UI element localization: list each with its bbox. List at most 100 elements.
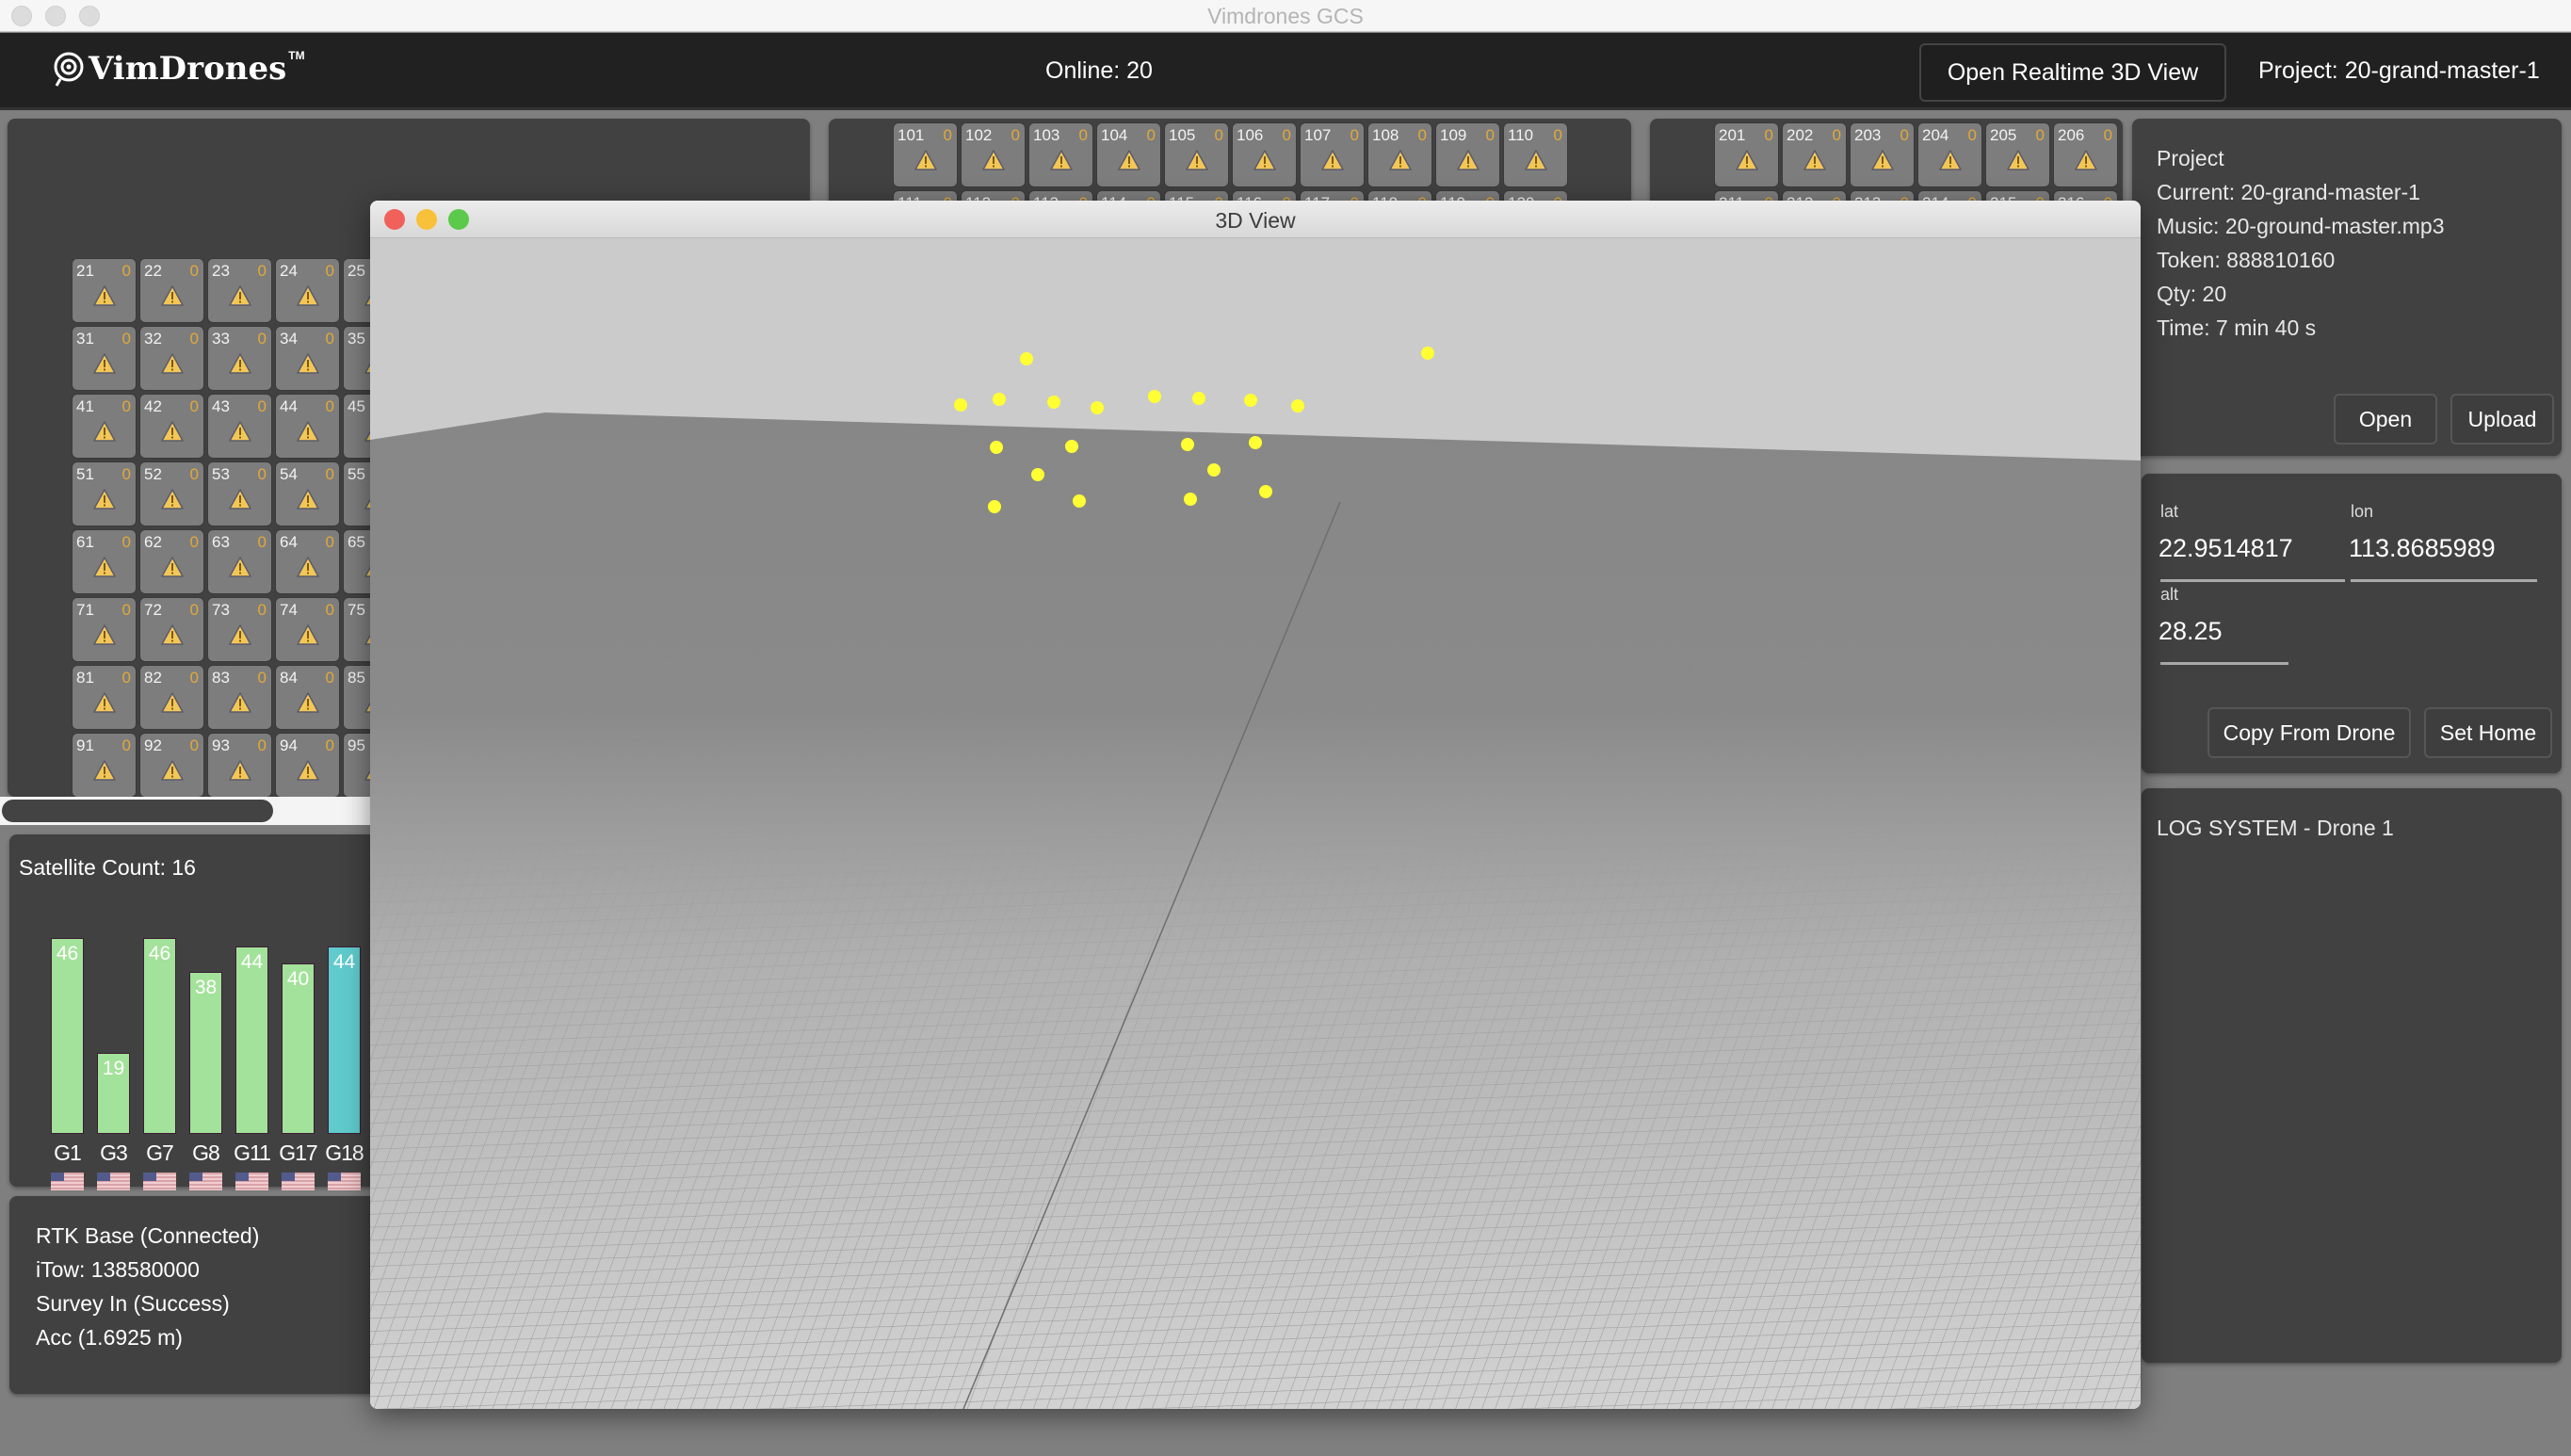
drone-tile[interactable]: 63 0 <box>207 529 272 594</box>
satellite-snr-value: 44 <box>332 951 356 973</box>
drone-id: 107 <box>1304 126 1332 144</box>
satellite-count-badge: 0 <box>121 397 131 415</box>
copy-from-drone-button[interactable]: Copy From Drone <box>2207 707 2411 758</box>
warning-icon <box>228 692 251 713</box>
drone-tile[interactable]: 106 0 <box>1232 122 1297 187</box>
drone-tile[interactable]: 62 0 <box>139 529 204 594</box>
drone-tile[interactable]: 53 0 <box>207 461 272 526</box>
drone-tile[interactable]: 103 0 <box>1028 122 1093 187</box>
drone-tile[interactable]: 93 0 <box>207 733 272 797</box>
drone-tile[interactable]: 44 0 <box>275 394 340 459</box>
drone-tile[interactable]: 92 0 <box>139 733 204 797</box>
drone-id: 65 <box>348 533 365 551</box>
drone-tile[interactable]: 204 0 <box>1917 122 1982 187</box>
rtk-base-panel: RTK Base (Connected) iTow: 138580000 Sur… <box>9 1196 386 1394</box>
satellite-count-badge: 0 <box>257 330 267 348</box>
drone-id: 41 <box>76 397 94 415</box>
drone-tile[interactable]: 34 0 <box>275 326 340 391</box>
drone-id: 203 <box>1854 126 1882 144</box>
drone-tile[interactable]: 32 0 <box>139 326 204 391</box>
drone-tile[interactable]: 33 0 <box>207 326 272 391</box>
drone-tile[interactable]: 101 0 <box>893 122 958 187</box>
lon-input[interactable] <box>2349 534 2535 563</box>
lon-underline <box>2351 579 2537 582</box>
drone-tile[interactable]: 74 0 <box>275 597 340 662</box>
drone-tile[interactable]: 81 0 <box>72 665 137 730</box>
drone-tile[interactable]: 64 0 <box>275 529 340 594</box>
scrollbar-thumb[interactable] <box>2 800 273 822</box>
3d-view-window[interactable]: 3D View <box>370 201 2141 1409</box>
us-flag-icon <box>51 1173 84 1190</box>
drone-tile[interactable]: 41 0 <box>72 394 137 459</box>
3d-scene[interactable] <box>370 238 2141 1409</box>
drone-tile[interactable]: 51 0 <box>72 461 137 526</box>
drone-tile[interactable]: 31 0 <box>72 326 137 391</box>
drone-tile[interactable]: 102 0 <box>961 122 1026 187</box>
log-title: LOG SYSTEM - Drone 1 <box>2157 816 2394 840</box>
drone-tile[interactable]: 110 0 <box>1503 122 1568 187</box>
drone-tile[interactable]: 52 0 <box>139 461 204 526</box>
open-project-button[interactable]: Open <box>2334 394 2437 445</box>
satellite-count-badge: 0 <box>2035 126 2045 144</box>
drone-id: 93 <box>212 736 230 754</box>
drone-tile[interactable]: 82 0 <box>139 665 204 730</box>
drone-id: 21 <box>76 262 94 280</box>
drone-tile[interactable]: 91 0 <box>72 733 137 797</box>
drone-tile[interactable]: 42 0 <box>139 394 204 459</box>
drone-tile[interactable]: 24 0 <box>275 258 340 323</box>
drone-marker <box>990 441 1003 454</box>
warning-icon <box>1803 150 1826 170</box>
logo-text: VimDrones <box>89 50 287 88</box>
drone-tile[interactable]: 109 0 <box>1435 122 1500 187</box>
satellite-snr-bar: 19 <box>97 1053 130 1134</box>
upload-project-button[interactable]: Upload <box>2450 394 2554 445</box>
drone-tile[interactable]: 71 0 <box>72 597 137 662</box>
lat-label: lat <box>2160 502 2179 521</box>
drone-id: 63 <box>212 533 230 551</box>
3d-view-titlebar[interactable]: 3D View <box>370 201 2141 238</box>
drone-tile[interactable]: 107 0 <box>1300 122 1365 187</box>
drone-tile[interactable]: 205 0 <box>1985 122 2050 187</box>
drone-marker <box>1244 394 1257 407</box>
drone-marker <box>1020 352 1033 365</box>
satellite-panel: Satellite Count: 16 46 G1 19 G3 46 G7 38 G8 44 G1… <box>9 834 386 1190</box>
drone-tile[interactable]: 104 0 <box>1096 122 1161 187</box>
drone-tile[interactable]: 108 0 <box>1367 122 1432 187</box>
warning-icon <box>228 760 251 781</box>
drone-tile[interactable]: 23 0 <box>207 258 272 323</box>
satellite-count: Satellite Count: 16 <box>19 855 196 880</box>
open-realtime-3d-view-button[interactable]: Open Realtime 3D View <box>1919 43 2226 102</box>
lat-input[interactable] <box>2159 534 2343 563</box>
drone-tile[interactable]: 43 0 <box>207 394 272 459</box>
warning-icon <box>228 624 251 645</box>
drone-tile[interactable]: 201 0 <box>1714 122 1779 187</box>
drone-tile[interactable]: 22 0 <box>139 258 204 323</box>
drone-tile[interactable]: 72 0 <box>139 597 204 662</box>
drone-tile[interactable]: 203 0 <box>1850 122 1915 187</box>
drone-tile[interactable]: 54 0 <box>275 461 340 526</box>
alt-input[interactable] <box>2159 617 2287 646</box>
satellite-count-badge: 0 <box>1764 126 1773 144</box>
warning-icon <box>296 489 319 510</box>
drone-id: 103 <box>1033 126 1060 144</box>
drone-tile[interactable]: 105 0 <box>1164 122 1229 187</box>
drone-id: 51 <box>76 465 94 483</box>
drone-marker <box>1065 440 1078 453</box>
satellite-name: G1 <box>54 1141 82 1165</box>
drone-tile[interactable]: 61 0 <box>72 529 137 594</box>
drone-tile[interactable]: 206 0 <box>2053 122 2118 187</box>
horizontal-scrollbar[interactable] <box>0 797 372 825</box>
satellite-column: 38 G8 <box>189 936 222 1190</box>
lon-label: lon <box>2351 502 2374 521</box>
drone-tile[interactable]: 84 0 <box>275 665 340 730</box>
drone-id: 33 <box>212 330 230 348</box>
drone-tile[interactable]: 83 0 <box>207 665 272 730</box>
drone-id: 109 <box>1440 126 1467 144</box>
drone-tile[interactable]: 202 0 <box>1782 122 1847 187</box>
satellite-name: G3 <box>100 1141 128 1165</box>
drone-id: 71 <box>76 601 94 619</box>
drone-tile[interactable]: 94 0 <box>275 733 340 797</box>
set-home-button[interactable]: Set Home <box>2424 707 2552 758</box>
drone-tile[interactable]: 73 0 <box>207 597 272 662</box>
drone-tile[interactable]: 21 0 <box>72 258 137 323</box>
